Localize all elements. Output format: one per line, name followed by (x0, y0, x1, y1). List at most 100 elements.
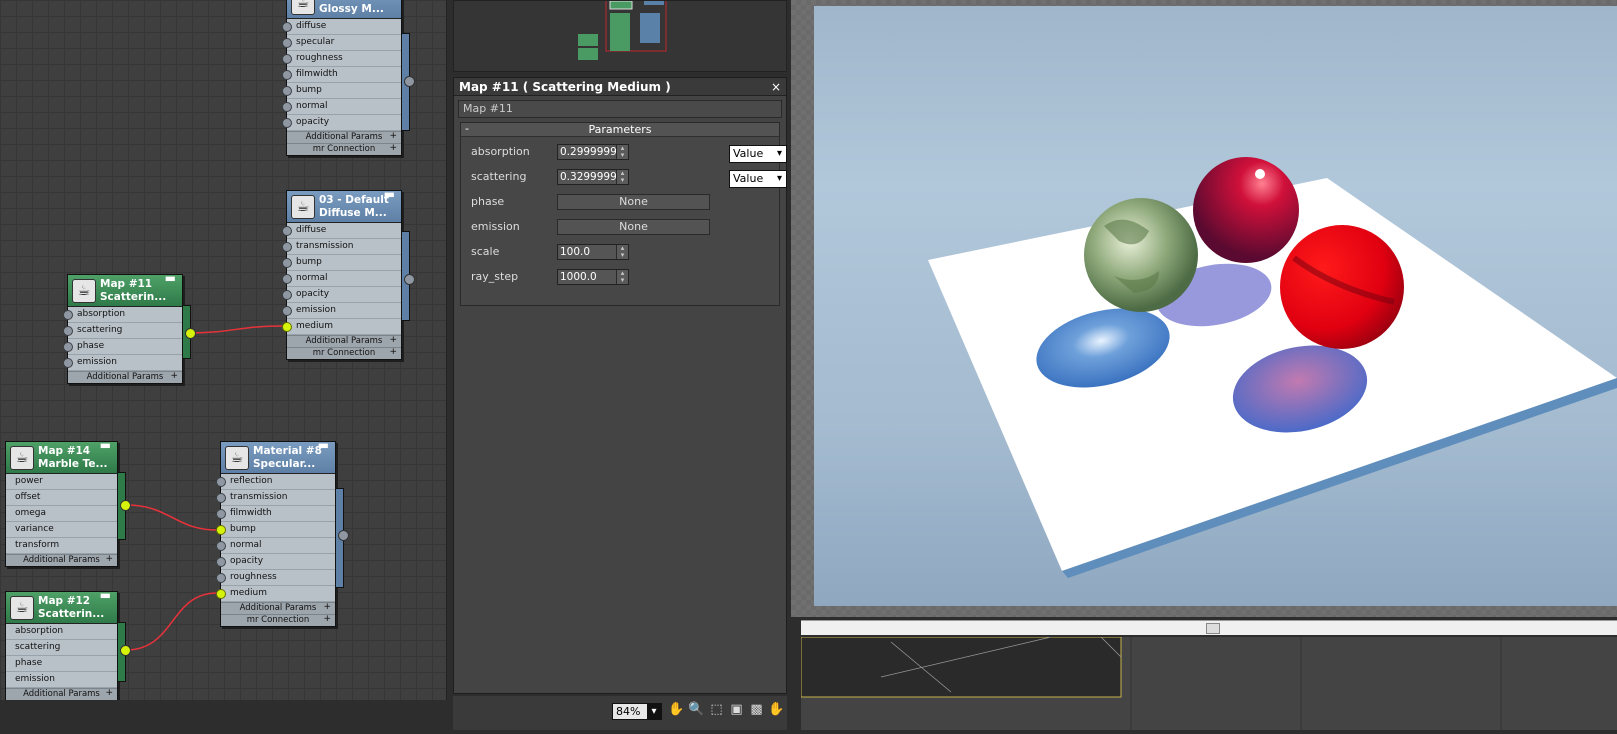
slot-scattering[interactable]: scattering (6, 640, 117, 656)
spinner-arrows-icon: ▴ ▾ (616, 245, 628, 259)
slot-variance[interactable]: variance (6, 522, 117, 538)
output-socket[interactable] (338, 530, 349, 541)
phase-map-button[interactable]: None (557, 194, 710, 210)
spinner-arrows-icon: ▴ ▾ (616, 170, 628, 184)
additional-params-rollout[interactable]: Additional Params (6, 554, 117, 566)
output-socket[interactable] (404, 274, 415, 285)
zoom-icon[interactable]: 🔍 (688, 701, 705, 719)
absorption-spinner[interactable]: 0.2999999 ▴ ▾ (557, 144, 629, 160)
teapot-icon: ☕ (291, 195, 315, 219)
slot-transmission[interactable]: transmission (216, 490, 335, 506)
scale-spinner[interactable]: 100.0 ▴ ▾ (557, 244, 629, 260)
close-icon[interactable]: × (771, 78, 781, 96)
slot-roughness[interactable]: roughness (282, 51, 401, 67)
param-ray-step: ray_step 1000.0 ▴ ▾ (471, 268, 781, 286)
parameters-rollout-header[interactable]: - Parameters (461, 122, 779, 137)
pan-hand-icon[interactable]: ✋ (668, 701, 685, 719)
mr-connection-rollout[interactable]: mr Connection (287, 143, 401, 155)
teapot-icon: ☕ (10, 596, 34, 620)
zoom-region-icon[interactable]: ⬚ (708, 701, 725, 719)
bottom-viewport[interactable] (800, 636, 1617, 730)
zoom-dropdown[interactable]: 84% (612, 703, 662, 720)
mr-connection-rollout[interactable]: mr Connection (287, 347, 401, 359)
slot-filmwidth[interactable]: filmwidth (282, 67, 401, 83)
node-map-11-scattering[interactable]: ☕ Map #11 Scatterin... ▬ absorption scatte… (63, 272, 196, 384)
slot-diffuse[interactable]: diffuse (282, 19, 401, 35)
slot-emission[interactable]: emission (282, 303, 401, 319)
panel-title: Map #11 ( Scattering Medium ) × (454, 78, 786, 96)
slot-filmwidth[interactable]: filmwidth (216, 506, 335, 522)
slot-roughness[interactable]: roughness (216, 570, 335, 586)
slot-medium[interactable]: medium (216, 586, 335, 602)
slot-diffuse[interactable]: diffuse (282, 223, 401, 239)
slot-transform[interactable]: transform (6, 538, 117, 554)
additional-params-rollout[interactable]: Additional Params (221, 602, 335, 614)
teapot-icon: ☕ (10, 446, 34, 470)
ray-step-spinner[interactable]: 1000.0 ▴ ▾ (557, 269, 629, 285)
absorption-dropdown[interactable]: Value (729, 145, 787, 163)
slot-opacity[interactable]: opacity (282, 287, 401, 303)
output-socket[interactable] (404, 76, 415, 87)
slot-emission[interactable]: emission (6, 672, 117, 688)
node-material-8-specular[interactable]: ☕ Material #8 Specular... ▬ reflection tra… (216, 439, 349, 627)
slot-normal[interactable]: normal (282, 99, 401, 115)
slot-phase[interactable]: phase (6, 656, 117, 672)
mr-connection-rollout[interactable]: mr Connection (221, 614, 335, 626)
slot-medium[interactable]: medium (282, 319, 401, 335)
scattering-dropdown[interactable]: Value (729, 170, 787, 188)
spinner-arrows-icon: ▴ ▾ (616, 270, 628, 284)
spinner-arrows-icon: ▴ ▾ (616, 145, 628, 159)
map-name-field[interactable]: Map #11 (458, 100, 782, 118)
node-map-12-scattering[interactable]: ☕ Map #12 Scatterin... ▬ absorption scatte… (5, 589, 131, 700)
slot-bump[interactable]: bump (216, 522, 335, 538)
scattering-spinner[interactable]: 0.3299999 ▴ ▾ (557, 169, 629, 185)
zoom-selected-icon[interactable]: ▩ (748, 701, 765, 719)
parameter-editor-panel: Map #11 ( Scattering Medium ) × Map #11 -… (453, 77, 787, 694)
pan-view-icon[interactable]: ✋ (768, 701, 785, 719)
slot-bump[interactable]: bump (282, 255, 401, 271)
slot-normal[interactable]: normal (282, 271, 401, 287)
slot-normal[interactable]: normal (216, 538, 335, 554)
navigator-panel[interactable] (453, 0, 787, 72)
slot-emission[interactable]: emission (63, 355, 182, 371)
node-map-14-marble[interactable]: ☕ Map #14 Marble Te... ▬ power offset omeg… (5, 439, 131, 567)
slot-phase[interactable]: phase (63, 339, 182, 355)
emission-map-button[interactable]: None (557, 219, 710, 235)
node-default-diffuse[interactable]: ☕ 03 - Default Diffuse M... ▬ diffuse tran… (282, 188, 415, 360)
slot-omega[interactable]: omega (6, 506, 117, 522)
slot-scattering[interactable]: scattering (63, 323, 182, 339)
slot-absorption[interactable]: absorption (6, 624, 117, 640)
slot-bump[interactable]: bump (282, 83, 401, 99)
param-phase: phase None (471, 193, 781, 211)
additional-params-rollout[interactable]: Additional Params (287, 131, 401, 143)
output-socket[interactable] (120, 500, 131, 511)
render-viewport[interactable] (791, 0, 1617, 617)
zoom-extents-icon[interactable]: ▣ (728, 701, 745, 719)
output-socket[interactable] (120, 645, 131, 656)
slot-opacity[interactable]: opacity (216, 554, 335, 570)
slot-transmission[interactable]: transmission (282, 239, 401, 255)
node-editor-canvas[interactable]: ☕... Glossy M...▬ diffuse specular rough… (0, 0, 447, 700)
param-scale: scale 100.0 ▴ ▾ (471, 243, 781, 261)
teapot-icon: ☕ (225, 446, 249, 470)
node-glossy-material[interactable]: ☕... Glossy M...▬ diffuse specular rough… (282, 0, 415, 156)
slot-absorption[interactable]: absorption (63, 307, 182, 323)
teapot-icon: ☕ (291, 0, 315, 15)
rendered-image (814, 6, 1617, 606)
slot-power[interactable]: power (6, 474, 117, 490)
render-scene (928, 157, 1617, 578)
navigator-minimap (578, 0, 667, 60)
additional-params-rollout[interactable]: Additional Params (287, 335, 401, 347)
output-socket[interactable] (185, 328, 196, 339)
param-scattering: scattering 0.3299999 ▴ ▾ Value (471, 168, 787, 188)
additional-params-rollout[interactable]: Additional Params (68, 371, 182, 383)
param-emission: emission None (471, 218, 781, 236)
scrollbar-thumb[interactable] (1206, 623, 1220, 634)
slot-specular[interactable]: specular (282, 35, 401, 51)
slot-reflection[interactable]: reflection (216, 474, 335, 490)
viewport-horizontal-scrollbar[interactable] (801, 620, 1617, 635)
slot-offset[interactable]: offset (6, 490, 117, 506)
slot-opacity[interactable]: opacity (282, 115, 401, 131)
parameters-rollout: - Parameters absorption 0.2999999 ▴ ▾ Value… (460, 122, 787, 306)
additional-params-rollout[interactable]: Additional Params (6, 688, 117, 700)
